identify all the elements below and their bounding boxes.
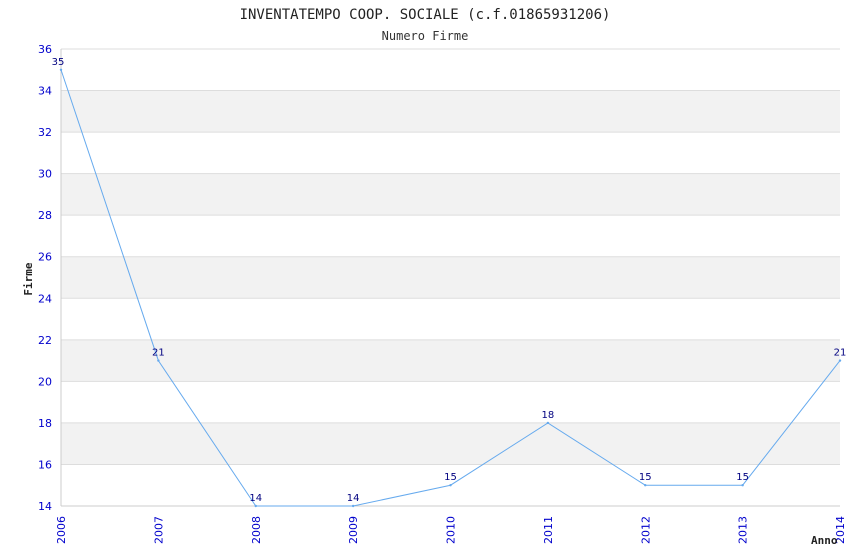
x-tick-labels: 2006 2007 2008 2009 2010 2011 2012 2013 2014 [55, 516, 847, 544]
background-band [61, 132, 840, 174]
x-tick-label: 2013 [737, 516, 750, 544]
chart-subtitle: Numero Firme [382, 29, 469, 43]
data-point [741, 484, 744, 487]
data-point [449, 484, 452, 487]
data-label: 14 [347, 493, 360, 504]
data-label: 15 [736, 472, 749, 483]
data-label: 15 [639, 472, 652, 483]
chart-title: INVENTATEMPO COOP. SOCIALE (c.f.01865931… [240, 7, 611, 23]
data-label: 21 [834, 348, 847, 359]
data-point [546, 421, 550, 425]
data-point [157, 359, 160, 362]
y-tick-label: 18 [38, 417, 52, 430]
x-tick-label: 2010 [445, 516, 458, 544]
y-tick-label: 34 [38, 85, 52, 98]
x-tick-label: 2012 [639, 516, 652, 544]
data-point [644, 484, 647, 487]
y-axis-label: Firme [22, 262, 35, 295]
background-band [61, 256, 840, 299]
x-tick-label: 2007 [152, 516, 165, 544]
background-band [61, 90, 840, 133]
background-band [61, 381, 840, 423]
background-band [61, 215, 840, 257]
background-band [61, 49, 840, 91]
background-band [61, 298, 840, 340]
y-tick-label: 26 [38, 251, 52, 264]
y-tick-label: 22 [38, 334, 52, 347]
y-tick-label: 36 [38, 43, 52, 56]
background-band [61, 422, 840, 465]
y-tick-label: 30 [38, 168, 52, 181]
data-label: 21 [152, 348, 165, 359]
data-label: 35 [52, 57, 65, 68]
y-tick-label: 20 [38, 375, 52, 388]
y-tick-label: 24 [38, 292, 52, 305]
line-chart: 14 16 18 20 22 24 26 28 30 32 34 36 2006 2007 2008 200… [22, 7, 847, 547]
data-label: 15 [444, 472, 457, 483]
x-tick-label: 2009 [347, 516, 360, 544]
y-tick-label: 28 [38, 209, 52, 222]
data-label: 14 [249, 493, 262, 504]
data-point [254, 504, 257, 508]
y-tick-label: 32 [38, 126, 52, 139]
x-tick-label: 2008 [250, 516, 263, 544]
background-bands [61, 49, 840, 506]
y-tick-labels: 14 16 18 20 22 24 26 28 30 32 34 36 [38, 43, 52, 513]
background-band [61, 339, 840, 382]
x-tick-label: 2006 [55, 516, 68, 544]
x-tick-label: 2011 [542, 516, 555, 544]
data-label: 18 [542, 410, 555, 421]
data-point [838, 359, 842, 362]
y-tick-label: 14 [38, 500, 52, 513]
y-tick-label: 16 [38, 458, 52, 471]
x-axis-label: Anno [811, 534, 838, 547]
background-band [61, 173, 840, 216]
data-point [59, 68, 63, 71]
data-point [351, 504, 355, 508]
